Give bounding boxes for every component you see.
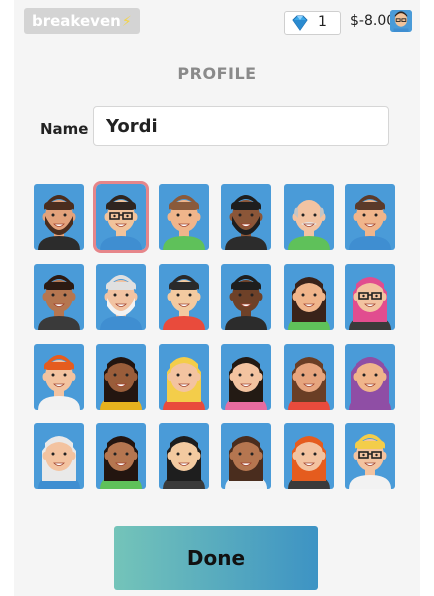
avatar-face-icon <box>345 423 395 489</box>
user-avatar[interactable] <box>390 10 412 32</box>
avatar-option-dark-skinned-woman[interactable] <box>96 344 146 410</box>
avatar-option-bald-old-man[interactable] <box>284 184 334 250</box>
avatar-face-icon <box>284 423 334 489</box>
avatar-option-smiling-man-green-shirt[interactable] <box>159 184 209 250</box>
avatar-option-man-with-glasses[interactable] <box>96 184 146 250</box>
avatar-face-icon <box>34 184 84 250</box>
avatar-option-old-woman-white-hair[interactable] <box>34 423 84 489</box>
gem-counter[interactable]: 1 <box>284 11 341 35</box>
avatar-face-icon <box>159 264 209 330</box>
avatar-face-icon <box>96 423 146 489</box>
avatar-face-icon <box>221 344 271 410</box>
avatar-face-icon <box>345 344 395 410</box>
top-bar: breakeven⚡ 1 $-8.00 <box>14 0 420 40</box>
avatar-face-icon <box>159 344 209 410</box>
avatar-face-icon <box>159 423 209 489</box>
balance-text: $-8.00 <box>350 13 396 29</box>
avatar-option-bearded-man[interactable] <box>34 184 84 250</box>
avatar-face-icon <box>221 264 271 330</box>
avatar-option-woman-dark-bun[interactable] <box>284 264 334 330</box>
avatar-option-blonde-woman[interactable] <box>159 344 209 410</box>
avatar-face-icon <box>284 344 334 410</box>
avatar-option-curly-haired-man[interactable] <box>34 264 84 330</box>
lightning-icon: ⚡ <box>121 14 132 30</box>
user-avatar-icon <box>390 10 412 32</box>
avatar-grid <box>34 184 400 494</box>
diamond-icon <box>292 15 308 31</box>
avatar-face-icon <box>284 264 334 330</box>
gem-count: 1 <box>318 14 327 30</box>
avatar-option-woman-brown-hair[interactable] <box>284 344 334 410</box>
avatar-face-icon <box>34 423 84 489</box>
avatar-option-old-man-white-beard[interactable] <box>96 264 146 330</box>
brand-logo[interactable]: breakeven⚡ <box>24 8 140 34</box>
avatar-face-icon <box>34 344 84 410</box>
avatar-option-smiling-woman-dark-hair[interactable] <box>221 344 271 410</box>
avatar-option-young-man-brown-hair[interactable] <box>345 184 395 250</box>
avatar-option-woman-pink-hair-glasses[interactable] <box>345 264 395 330</box>
avatar-option-asian-man[interactable] <box>159 264 209 330</box>
profile-panel: breakeven⚡ 1 $-8.00 PROFILE Name Yordi D… <box>14 0 420 596</box>
avatar-option-woman-curly-hair[interactable] <box>221 423 271 489</box>
page-title: PROFILE <box>177 64 257 83</box>
done-button[interactable]: Done <box>114 526 318 590</box>
brand-text: breakeven <box>32 12 121 30</box>
avatar-option-blonde-man-glasses[interactable] <box>345 423 395 489</box>
avatar-face-icon <box>96 184 146 250</box>
avatar-face-icon <box>345 184 395 250</box>
avatar-face-icon <box>345 264 395 330</box>
avatar-face-icon <box>96 344 146 410</box>
name-input[interactable] <box>93 106 389 146</box>
avatar-face-icon <box>96 264 146 330</box>
avatar-face-icon <box>221 423 271 489</box>
avatar-face-icon <box>221 184 271 250</box>
avatar-face-icon <box>159 184 209 250</box>
avatar-option-asian-woman[interactable] <box>159 423 209 489</box>
avatar-face-icon <box>284 184 334 250</box>
avatar-option-redhead-man[interactable] <box>34 344 84 410</box>
avatar-option-woman-long-dark-hair[interactable] <box>96 423 146 489</box>
avatar-face-icon <box>34 264 84 330</box>
name-label: Name <box>40 120 89 138</box>
avatar-option-redhead-woman[interactable] <box>284 423 334 489</box>
avatar-option-dark-skinned-man[interactable] <box>221 264 271 330</box>
avatar-option-dark-skinned-bearded-man[interactable] <box>221 184 271 250</box>
avatar-option-woman-hijab[interactable] <box>345 344 395 410</box>
